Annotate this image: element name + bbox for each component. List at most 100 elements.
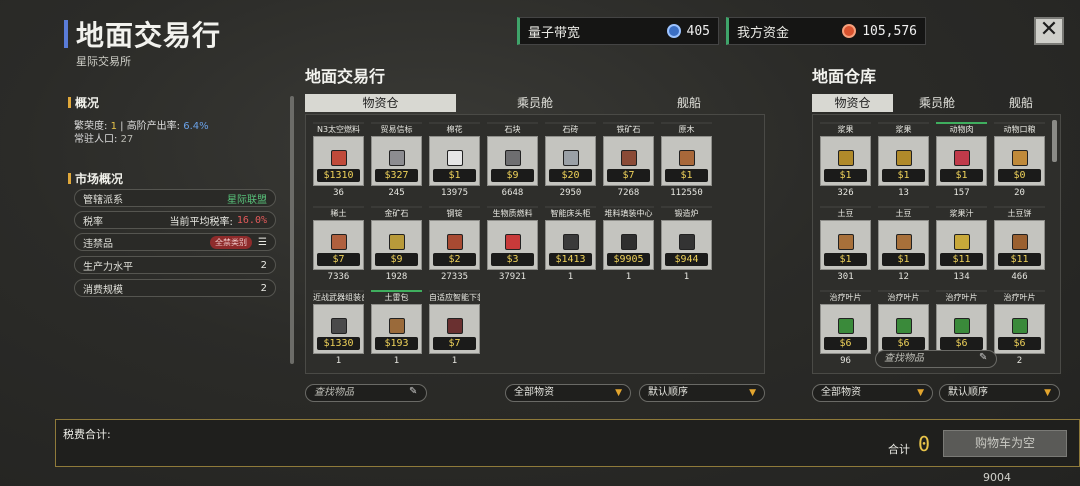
- tab-right-supplies[interactable]: 物资仓: [812, 94, 893, 112]
- item-quantity: 7336: [327, 272, 350, 282]
- item-quantity: 1: [567, 272, 574, 282]
- item-card[interactable]: 稀土 $7 7336: [313, 206, 364, 285]
- item-card[interactable]: 土豆饼 $11 466: [994, 206, 1045, 285]
- item-quantity: 1: [393, 356, 400, 366]
- item-quantity: 96: [840, 356, 851, 366]
- bandwidth-icon: [666, 24, 681, 38]
- item-quantity: 12: [898, 272, 909, 282]
- item-icon: [563, 234, 579, 250]
- item-card[interactable]: 近战武器组装台 $1330 1: [313, 290, 364, 369]
- tab-right-crew[interactable]: 乘员舱: [897, 94, 977, 112]
- item-name: 浆果: [820, 122, 871, 136]
- item-card[interactable]: 堆料填装中心 $9905 1: [603, 206, 654, 285]
- item-card[interactable]: 铁矿石 $7 7268: [603, 122, 654, 201]
- item-quantity: 20: [1014, 188, 1025, 198]
- item-card[interactable]: 自适应智能下装 $7 1: [429, 290, 480, 369]
- item-card[interactable]: 治疗叶片 $6 2: [994, 290, 1045, 369]
- item-card[interactable]: N3太空燃料 $1310 36: [313, 122, 364, 201]
- item-card[interactable]: 贸易信标 $327 245: [371, 122, 422, 201]
- item-card[interactable]: 棉花 $1 13975: [429, 122, 480, 201]
- item-card[interactable]: 土豆 $1 301: [820, 206, 871, 285]
- item-card[interactable]: 石砖 $20 2950: [545, 122, 596, 201]
- tab-left-crew[interactable]: 乘员舱: [460, 94, 610, 112]
- item-price: $7: [607, 169, 650, 182]
- close-button[interactable]: ✕: [1034, 17, 1064, 45]
- item-name: 动物肉: [936, 122, 987, 136]
- title-accent: [64, 20, 68, 48]
- item-icon: [838, 234, 854, 250]
- item-card[interactable]: 智能床头柜 $1413 1: [545, 206, 596, 285]
- warehouse-sort-dropdown[interactable]: 默认顺序 ▼: [939, 384, 1060, 402]
- item-quantity: 466: [1011, 272, 1028, 282]
- item-slot: $9905: [603, 220, 654, 270]
- tax-label: 税率: [83, 216, 103, 228]
- item-icon: [447, 150, 463, 166]
- item-icon: [331, 234, 347, 250]
- item-quantity: 134: [953, 272, 970, 282]
- tab-left-ships[interactable]: 舰船: [614, 94, 764, 112]
- item-name: 治疗叶片: [820, 290, 871, 304]
- item-price: $6: [940, 337, 983, 350]
- item-icon: [447, 234, 463, 250]
- item-price: $1: [665, 169, 708, 182]
- bandwidth-label: 量子带宽: [528, 25, 581, 41]
- pencil-icon[interactable]: ✎: [979, 352, 987, 363]
- item-slot: $1: [936, 136, 987, 186]
- cart-button[interactable]: 购物车为空: [943, 430, 1067, 457]
- item-name: 堆料填装中心: [603, 206, 654, 220]
- consumption-value: 2: [260, 282, 267, 294]
- item-slot: $2: [429, 220, 480, 270]
- item-card[interactable]: 浆果汁 $11 134: [936, 206, 987, 285]
- market-row-productivity[interactable]: 生产力水平 2: [74, 256, 276, 274]
- item-card[interactable]: 原木 $1 112550: [661, 122, 712, 201]
- market-row-consumption[interactable]: 消费规模 2: [74, 279, 276, 297]
- market-row-faction[interactable]: 管辖派系 星际联盟: [74, 189, 276, 207]
- market-filter-dropdown[interactable]: 全部物资 ▼: [505, 384, 631, 402]
- item-quantity: 13975: [440, 188, 469, 198]
- item-card[interactable]: 锻造炉 $944 1: [661, 206, 712, 285]
- item-card[interactable]: 金矿石 $9 1928: [371, 206, 422, 285]
- left-scrollbar[interactable]: [290, 96, 294, 364]
- warehouse-scrollbar[interactable]: [1052, 120, 1057, 162]
- item-card[interactable]: 石块 $9 6648: [487, 122, 538, 201]
- tab-left-supplies[interactable]: 物资仓: [305, 94, 456, 112]
- total-label: 合计: [888, 443, 910, 456]
- item-slot: $7: [429, 304, 480, 354]
- warehouse-filter-dropdown[interactable]: 全部物资 ▼: [812, 384, 933, 402]
- item-card[interactable]: 浆果 $1 326: [820, 122, 871, 201]
- item-card[interactable]: 动物口粮 $0 20: [994, 122, 1045, 201]
- market-row-tax[interactable]: 税率 当前平均税率: 16.0%: [74, 211, 276, 229]
- item-name: 棉花: [429, 122, 480, 136]
- market-items: N3太空燃料 $1310 36 贸易信标 $327 245 棉花 $1 13975 石块 $9 664…: [313, 122, 763, 372]
- item-price: $11: [998, 253, 1041, 266]
- item-name: 治疗叶片: [936, 290, 987, 304]
- item-name: 浆果: [878, 122, 929, 136]
- page-title: 地面交易行: [76, 19, 222, 52]
- tab-right-ships[interactable]: 舰船: [981, 94, 1061, 112]
- item-card[interactable]: 治疗叶片 $6 96: [820, 290, 871, 369]
- item-icon: [389, 150, 405, 166]
- item-card[interactable]: 浆果 $1 13: [878, 122, 929, 201]
- item-price: $2: [433, 253, 476, 266]
- avg-tax-value: 16.0%: [236, 214, 267, 226]
- pencil-icon[interactable]: ✎: [409, 386, 417, 397]
- item-name: 石块: [487, 122, 538, 136]
- item-card[interactable]: 土豆 $1 12: [878, 206, 929, 285]
- list-icon[interactable]: ☰: [258, 237, 267, 248]
- item-card[interactable]: 钢锭 $2 27335: [429, 206, 480, 285]
- item-name: 土豆: [820, 206, 871, 220]
- item-slot: $944: [661, 220, 712, 270]
- market-sort-dropdown[interactable]: 默认顺序 ▼: [639, 384, 765, 402]
- item-card[interactable]: 土雷包 $193 1: [371, 290, 422, 369]
- item-slot: $6: [878, 304, 929, 354]
- item-card[interactable]: 动物肉 $1 157: [936, 122, 987, 201]
- tax-total-label: 税费合计:: [63, 428, 111, 441]
- market-row-contraband[interactable]: 违禁品 全禁类别 ☰: [74, 233, 276, 251]
- funds-icon: [842, 24, 857, 38]
- item-name: 自适应智能下装: [429, 290, 480, 304]
- item-slot: $11: [936, 220, 987, 270]
- item-card[interactable]: 生物质燃料 $3 37921: [487, 206, 538, 285]
- item-name: 铁矿石: [603, 122, 654, 136]
- item-icon: [1012, 318, 1028, 334]
- warehouse-items: 浆果 $1 326 浆果 $1 13 动物肉 $1 157 动物口粮 $0 20 土豆 $1 301 土豆 $1…: [820, 122, 1052, 372]
